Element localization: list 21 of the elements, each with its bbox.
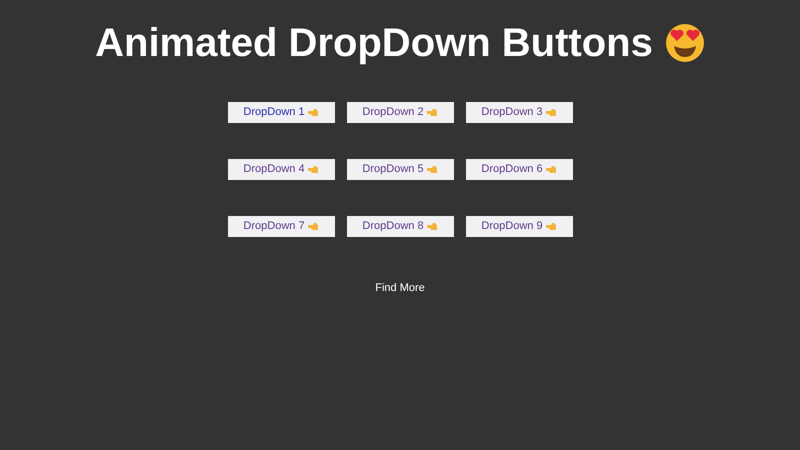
dropdown-button[interactable]: DropDown 3 <box>466 102 572 123</box>
find-more-link[interactable]: Find More <box>375 280 425 296</box>
pointing-hand-icon <box>546 108 557 116</box>
dropdown-button[interactable]: DropDown 8 <box>346 216 454 237</box>
dropdown-button[interactable]: DropDown 1 <box>228 102 334 123</box>
pointing-hand-icon <box>426 166 438 174</box>
dropdown-button[interactable]: DropDown 5 <box>346 159 454 180</box>
pointing-hand-icon <box>308 166 319 174</box>
dropdown-button[interactable]: DropDown 2 <box>346 102 454 123</box>
pointing-hand-icon <box>426 108 438 116</box>
dropdown-button[interactable]: DropDown 6 <box>466 159 572 180</box>
pointing-hand-icon <box>546 166 557 174</box>
dropdown-button[interactable]: DropDown 4 <box>228 159 334 180</box>
pointing-hand-icon <box>426 222 438 230</box>
pointing-hand-icon <box>546 222 557 230</box>
pointing-hand-icon <box>308 108 319 116</box>
dropdown-button[interactable]: DropDown 7 <box>228 216 334 237</box>
dropdown-button[interactable]: DropDown 9 <box>466 216 572 237</box>
page-title: Animated DropDown Buttons <box>95 23 653 63</box>
smiling-face-icon <box>664 23 705 63</box>
pointing-hand-icon <box>308 222 319 230</box>
